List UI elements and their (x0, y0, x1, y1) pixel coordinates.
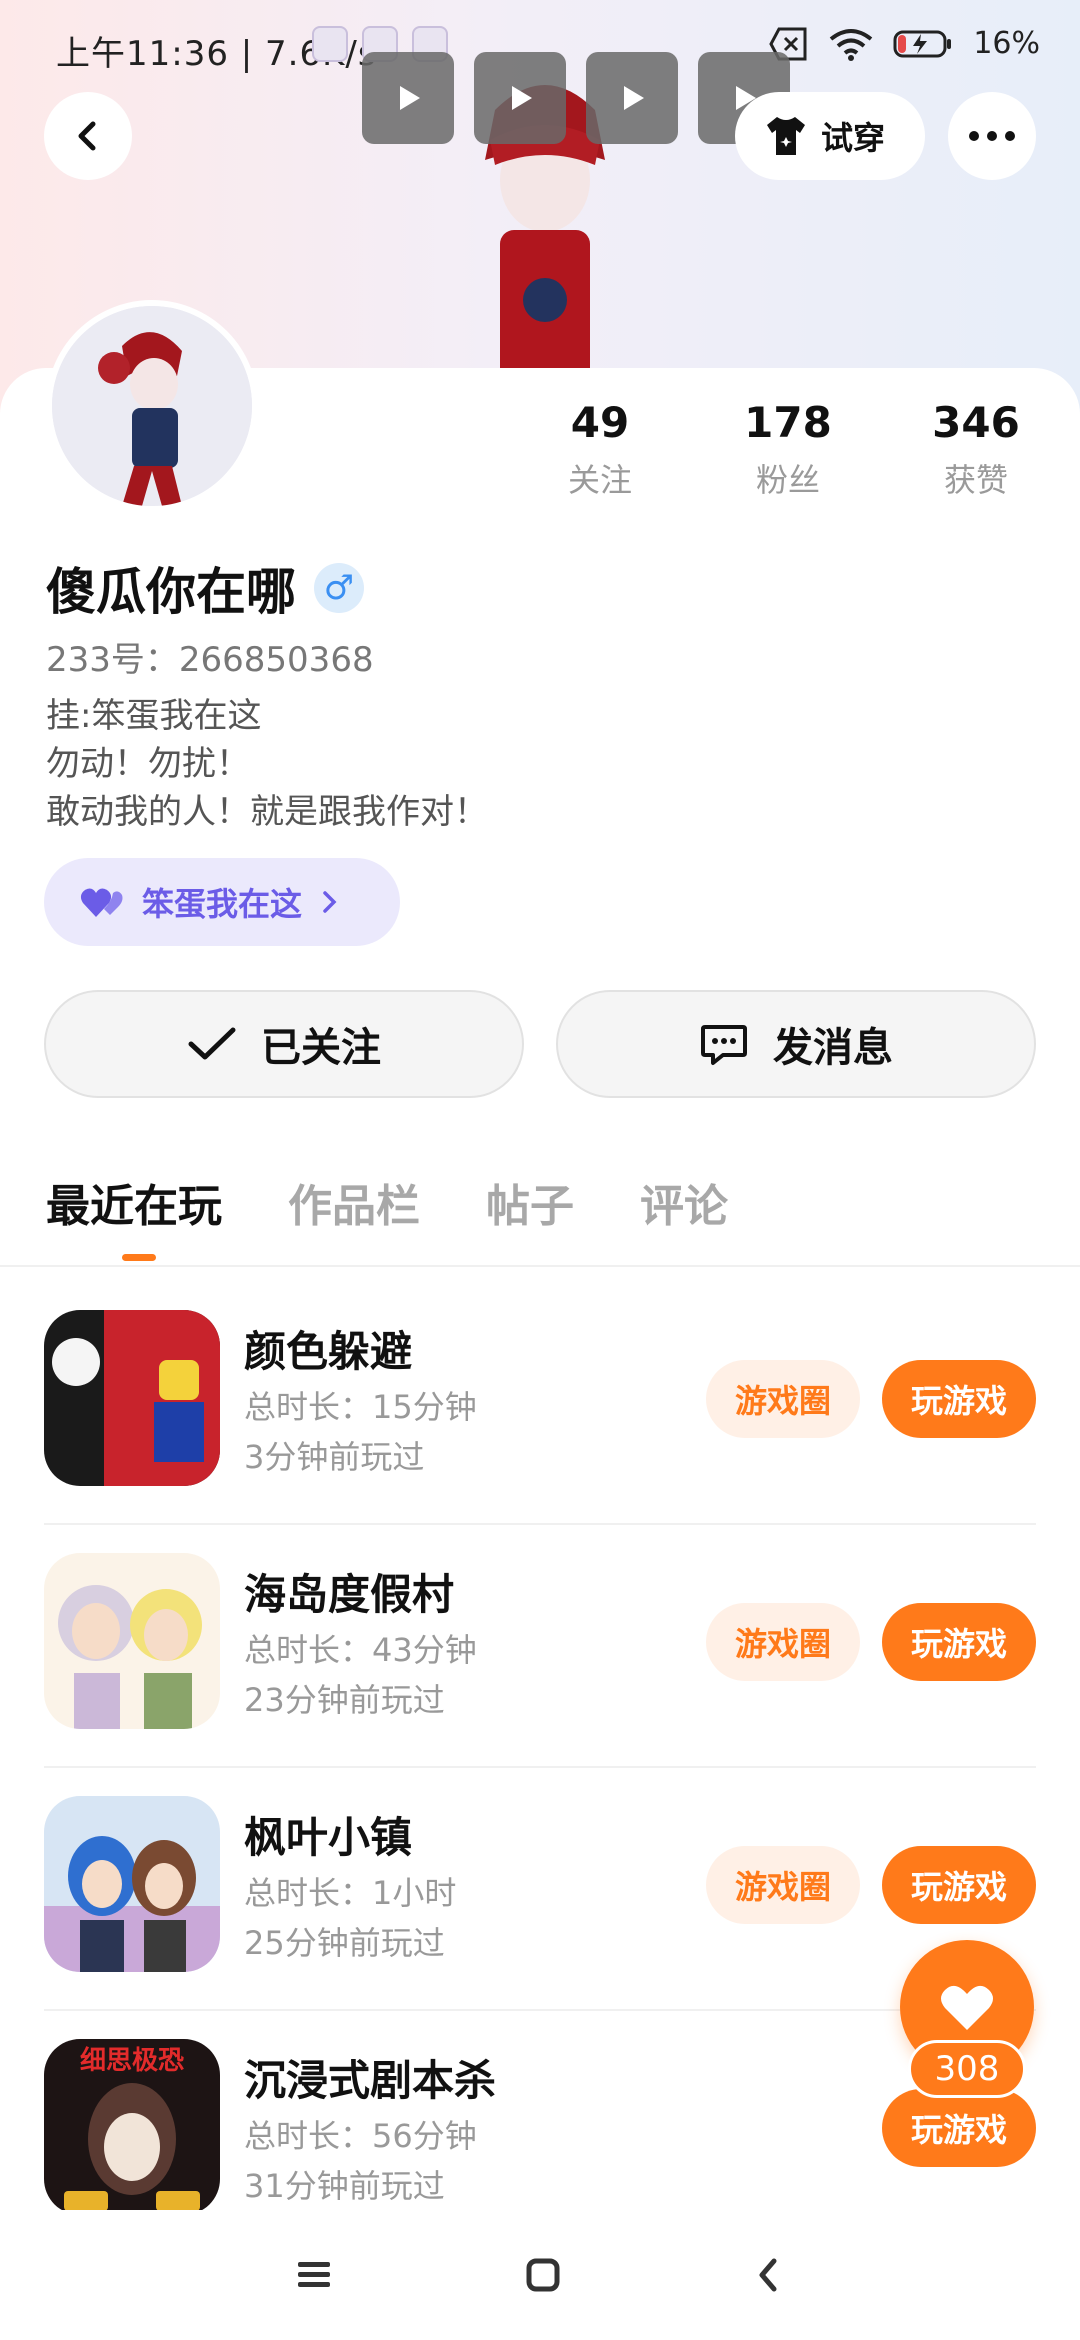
game-icon-text: 细思极恐 (80, 2045, 184, 2076)
stat-label: 关注 (567, 461, 632, 499)
game-duration: 总时长：1小时 (244, 1874, 457, 1912)
back-button[interactable] (44, 92, 132, 180)
double-heart-icon (80, 888, 123, 917)
game-duration: 总时长：15分钟 (244, 1388, 477, 1426)
battery-icon (893, 30, 952, 57)
stat-label: 粉丝 (755, 461, 820, 499)
game-title: 枫叶小镇 (244, 1813, 413, 1862)
avatar[interactable] (46, 300, 258, 512)
bio-line: 挂:笨蛋我在这 (46, 696, 262, 736)
relationship-tag[interactable]: 笨蛋我在这 (44, 858, 400, 946)
play-icon (400, 86, 420, 110)
tag-label: 笨蛋我在这 (142, 885, 303, 923)
play-game-button[interactable]: 玩游戏 (882, 1846, 1036, 1924)
play-icon (624, 86, 644, 110)
game-title: 颜色躲避 (244, 1327, 413, 1376)
stat-following[interactable]: 49 关注 (520, 398, 680, 501)
bio-line: 勿动！勿扰！ (46, 744, 250, 784)
menu-icon[interactable] (294, 2258, 334, 2292)
stat-value: 178 (744, 398, 832, 447)
stat-label: 获赞 (943, 461, 1008, 499)
user-bio: 挂:笨蛋我在这 勿动！勿扰！ 敢动我的人！就是跟我作对！ (46, 692, 488, 836)
game-last-played: 23分钟前玩过 (244, 1681, 445, 1719)
home-icon[interactable] (523, 2255, 563, 2295)
like-count: 308 (908, 2040, 1026, 2098)
user-id: 233号：266850368 (46, 640, 374, 680)
notification-icon (312, 26, 348, 62)
recent-games-list: 颜色躲避 总时长：15分钟 3分钟前玩过 游戏圈 玩游戏 海岛度假村 总时长：4… (0, 1282, 1080, 2254)
play-icon (512, 86, 532, 110)
stat-value: 49 (570, 398, 630, 447)
video-thumbnail[interactable] (474, 52, 566, 144)
play-game-button[interactable]: 玩游戏 (882, 1603, 1036, 1681)
game-duration: 总时长：43分钟 (244, 1631, 477, 1669)
divider (0, 1265, 1080, 1267)
game-circle-button[interactable]: 游戏圈 (706, 1603, 860, 1681)
send-message-label: 发消息 (773, 1025, 893, 1071)
tab-posts[interactable]: 帖子 (486, 1170, 574, 1234)
followed-label: 已关注 (261, 1025, 381, 1071)
game-icon[interactable] (44, 1796, 220, 1972)
maple-town-icon (44, 1796, 220, 1972)
list-item[interactable]: 海岛度假村 总时长：43分钟 23分钟前玩过 游戏圈 玩游戏 (0, 1525, 1080, 1768)
chevron-left-icon (78, 121, 96, 151)
color-dodge-icon (44, 1310, 220, 1486)
heart-icon (941, 1985, 993, 2030)
chevron-right-icon (323, 891, 337, 913)
play-game-button[interactable]: 玩游戏 (882, 2089, 1036, 2167)
male-icon: ♂ (314, 563, 364, 613)
avatar-image (52, 306, 252, 506)
game-circle-button[interactable]: 游戏圈 (706, 1360, 860, 1438)
shirt-icon (767, 117, 805, 155)
game-last-played: 3分钟前玩过 (244, 1438, 425, 1476)
list-item[interactable]: 颜色躲避 总时长：15分钟 3分钟前玩过 游戏圈 玩游戏 (0, 1282, 1080, 1525)
game-icon[interactable]: 细思极恐 (44, 2039, 220, 2215)
play-game-button[interactable]: 玩游戏 (882, 1360, 1036, 1438)
game-last-played: 25分钟前玩过 (244, 1924, 445, 1962)
send-message-button[interactable]: 发消息 (556, 990, 1036, 1098)
try-on-label: 试穿 (821, 119, 886, 157)
game-icon[interactable] (44, 1553, 220, 1729)
island-resort-icon (44, 1553, 220, 1729)
tab-comments[interactable]: 评论 (640, 1170, 728, 1234)
active-tab-indicator (122, 1254, 156, 1261)
video-thumbnail[interactable] (586, 52, 678, 144)
check-icon (188, 1027, 236, 1060)
followed-button[interactable]: 已关注 (44, 990, 524, 1098)
game-circle-button[interactable]: 游戏圈 (706, 1846, 860, 1924)
stat-likes[interactable]: 346 获赞 (896, 398, 1056, 501)
game-title: 沉浸式剧本杀 (244, 2056, 497, 2105)
user-name: 傻瓜你在哪 (46, 563, 296, 621)
game-icon[interactable] (44, 1310, 220, 1486)
more-dots-icon (969, 131, 1015, 141)
chat-bubble-icon (701, 1025, 747, 1065)
bio-line: 敢动我的人！就是跟我作对！ (46, 792, 488, 832)
battery-percent: 16% (973, 26, 1040, 61)
stat-followers[interactable]: 178 粉丝 (708, 398, 868, 501)
tab-recent-games[interactable]: 最近在玩 (46, 1170, 222, 1234)
murder-mystery-icon: 细思极恐 (44, 2039, 220, 2215)
more-button[interactable] (948, 92, 1036, 180)
system-nav-bar (0, 2210, 1080, 2340)
stat-value: 346 (932, 398, 1020, 447)
back-nav-icon[interactable] (752, 2255, 786, 2295)
game-title: 海岛度假村 (244, 1570, 455, 1619)
game-last-played: 31分钟前玩过 (244, 2167, 445, 2205)
profile-tabs: 最近在玩 作品栏 帖子 评论 (46, 1170, 728, 1234)
name-row: 傻瓜你在哪 ♂ (46, 552, 364, 624)
game-duration: 总时长：56分钟 (244, 2117, 477, 2155)
video-thumbnail[interactable] (362, 52, 454, 144)
wifi-icon (830, 28, 873, 61)
try-on-button[interactable]: 试穿 (735, 92, 925, 180)
tab-works[interactable]: 作品栏 (288, 1170, 420, 1234)
